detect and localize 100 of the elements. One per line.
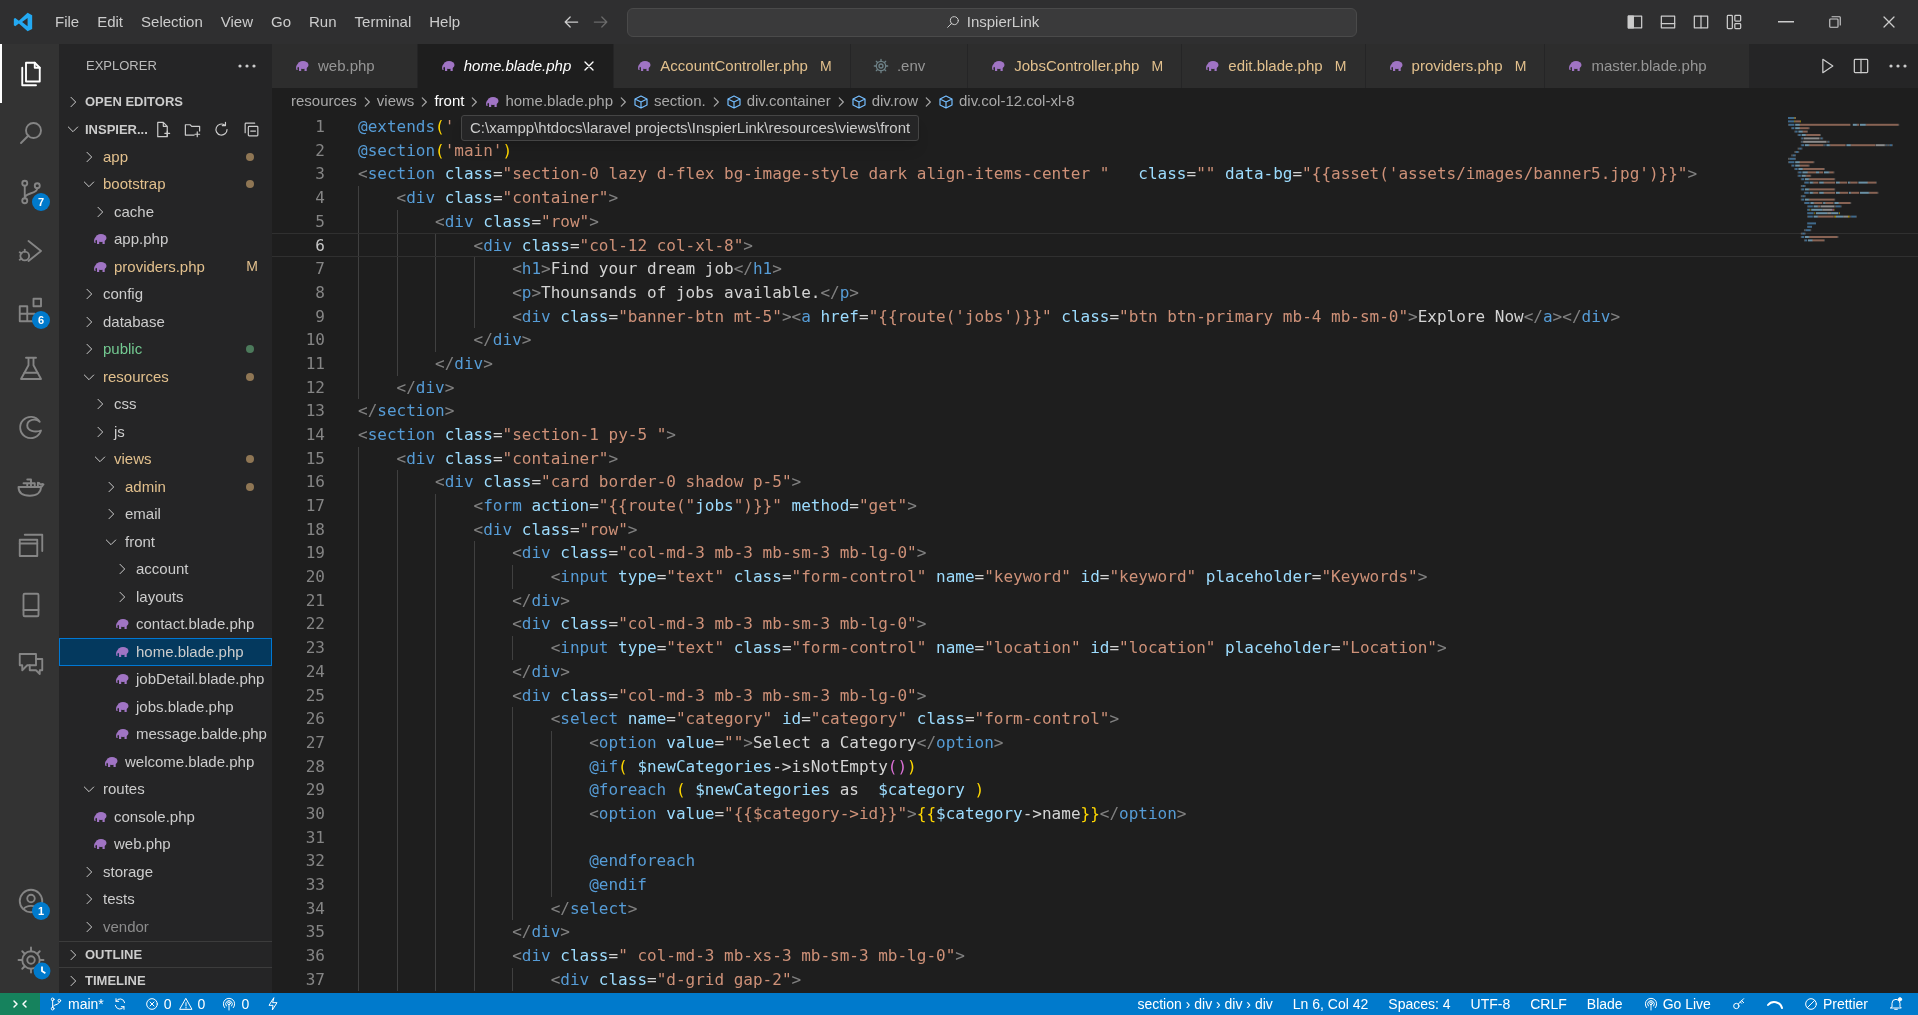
breadcrumb-item[interactable]: home.blade.php (484, 90, 613, 113)
ports-button[interactable]: 0 (213, 993, 258, 1015)
tree-folder-row[interactable]: config (59, 280, 272, 308)
line-number: 4 (314, 187, 325, 210)
menu-item[interactable]: View (211, 10, 262, 34)
section-header[interactable]: OPEN EDITORS (59, 88, 272, 116)
elephant-icon (990, 58, 1007, 74)
tree-folder-row[interactable]: css (59, 390, 272, 418)
activity-button[interactable]: 7 (0, 162, 59, 221)
split-icon (1851, 56, 1871, 76)
tree-folder-row[interactable]: account (59, 555, 272, 583)
line-number: 34 (304, 897, 325, 920)
line-number: 6 (314, 235, 325, 257)
problems-button[interactable]: 0 0 (135, 993, 214, 1015)
menu-item[interactable]: File (46, 10, 89, 34)
tree-folder-row[interactable]: routes (59, 775, 272, 803)
status-item[interactable]: Spaces: 4 (1378, 993, 1461, 1015)
tree-folder-row[interactable]: front (59, 528, 272, 556)
breadcrumb-item[interactable]: section. (633, 90, 706, 113)
status-item[interactable]: Blade (1576, 993, 1633, 1015)
tree-entry-row[interactable]: welcome.blade.php (59, 748, 272, 776)
tree-folder-row[interactable]: vendor (59, 913, 272, 941)
code-line: <div class="banner-btn mt-5"><a href="{{route('jobs')}}" class="btn btn-primary mb-4 mb-sm-0">Explore Now</a></div> (358, 304, 1621, 329)
tree-folder-row[interactable]: js (59, 418, 272, 446)
breadcrumb-item[interactable]: div.container (725, 90, 831, 113)
status-item[interactable]: Prettier (1792, 993, 1878, 1015)
split-editor-button[interactable] (1851, 56, 1871, 76)
tree-entry-row[interactable]: console.php (59, 803, 272, 831)
tree-folder-row[interactable]: bootstrap (59, 170, 272, 198)
line-number: 21 (304, 589, 325, 612)
breadcrumb-item[interactable]: front (434, 90, 465, 113)
tree-folder-row[interactable]: views (59, 445, 272, 473)
editor-tab[interactable]: web.php (272, 44, 418, 88)
tree-folder-row[interactable]: email (59, 500, 272, 528)
status-item[interactable]: CRLF (1520, 993, 1577, 1015)
breadcrumb-item[interactable]: resources (291, 90, 357, 113)
editor-tab[interactable]: .env (850, 44, 969, 88)
elephant-icon (439, 58, 456, 74)
line-number: 13 (304, 400, 325, 423)
editor-tab[interactable]: AccountController.php M (614, 44, 851, 88)
tree-entry-row[interactable]: contact.blade.php (59, 610, 272, 638)
tree-folder-row[interactable]: layouts (59, 583, 272, 611)
status-item[interactable]: UTF-8 (1460, 993, 1521, 1015)
status-item[interactable]: Go Live (1632, 993, 1721, 1015)
count-badge: 1 (32, 902, 50, 920)
breadcrumb-item[interactable]: div.col-12.col-xl-8 (938, 90, 1075, 113)
menu-item[interactable]: Terminal (345, 10, 421, 34)
tree-entry-row[interactable]: jobs.blade.php (59, 693, 272, 721)
tree-folder-row[interactable]: public (59, 335, 272, 363)
tree-folder-row[interactable]: app (59, 143, 272, 171)
menu-item[interactable]: Help (420, 10, 470, 34)
code-line: <div class="col-12 col-xl-8"> (358, 234, 753, 257)
tree-folder-row[interactable]: tests (59, 885, 272, 913)
broadcast-icon (221, 996, 238, 1012)
branch-button[interactable]: main* (40, 993, 136, 1015)
activity-button[interactable]: 6 (0, 280, 59, 339)
tree-folder-row[interactable]: storage (59, 858, 272, 886)
tree-folder-row[interactable]: cache (59, 198, 272, 226)
tree-entry-row[interactable]: app.php (59, 225, 272, 253)
code-line: <div class="container"> (358, 186, 619, 210)
warning-icon (177, 996, 194, 1012)
tree-folder-row[interactable]: resources (59, 363, 272, 391)
menu-item[interactable]: Go (262, 10, 300, 34)
tree-folder-row[interactable]: database (59, 308, 272, 336)
menu-item[interactable]: Run (300, 10, 346, 34)
tree-entry-row[interactable]: jobDetail.blade.php (59, 665, 272, 693)
tree-entry-row[interactable]: home.blade.php (59, 638, 272, 666)
elephant-icon (1567, 58, 1584, 74)
menu-item[interactable]: Edit (88, 10, 133, 34)
remote-button[interactable] (0, 993, 40, 1015)
tree-entry-row[interactable]: providers.php M (59, 253, 272, 281)
cube-icon (633, 93, 649, 110)
breadcrumb-item[interactable]: div.row (850, 90, 919, 113)
tree-folder-row[interactable]: admin (59, 473, 272, 501)
code-line: <h1>Find your dream job</h1> (358, 257, 782, 281)
code-line: <option value="">Select a Category</option> (358, 730, 1004, 755)
section-header[interactable]: INSPIER... (65, 119, 148, 139)
status-item[interactable]: section › div › div › div (1127, 993, 1283, 1015)
code-line: <div class="col-md-3 mb-3 mb-sm-3 mb-lg-0"> (358, 612, 927, 637)
editor-tab[interactable]: JobsController.php M (968, 44, 1183, 88)
breadcrumb-item[interactable]: views (376, 90, 415, 113)
code-line: <p>Thounsands of jobs available.</p> (358, 280, 859, 305)
tree-entry-row[interactable]: message.balde.php (59, 720, 272, 748)
line-number: 11 (304, 352, 325, 375)
modified-label: M (820, 56, 832, 76)
code-line: @endforeach (358, 849, 696, 873)
menu-item[interactable]: Selection (132, 10, 212, 34)
status-item[interactable]: Ln 6, Col 42 (1282, 993, 1379, 1015)
error-icon (143, 996, 160, 1012)
editor-tab[interactable]: providers.php M (1365, 44, 1546, 88)
editor-tab[interactable]: master.blade.php (1545, 44, 1750, 88)
command-center-search[interactable]: InspierLink (627, 7, 1357, 37)
code-line: <div class="col-md-3 mb-3 mb-sm-3 mb-lg-0"> (358, 683, 927, 708)
editor-tab[interactable]: home.blade.php (417, 44, 615, 88)
editor-tab[interactable]: edit.blade.php M (1182, 44, 1366, 88)
code-line: </div> (358, 328, 532, 352)
code-line: </div> (358, 659, 570, 684)
activity-button[interactable]: 1 (0, 871, 59, 930)
tree-entry-row[interactable]: web.php (59, 830, 272, 858)
code-line: <form action="{{route("jobs")}}" method="get"> (358, 494, 917, 518)
